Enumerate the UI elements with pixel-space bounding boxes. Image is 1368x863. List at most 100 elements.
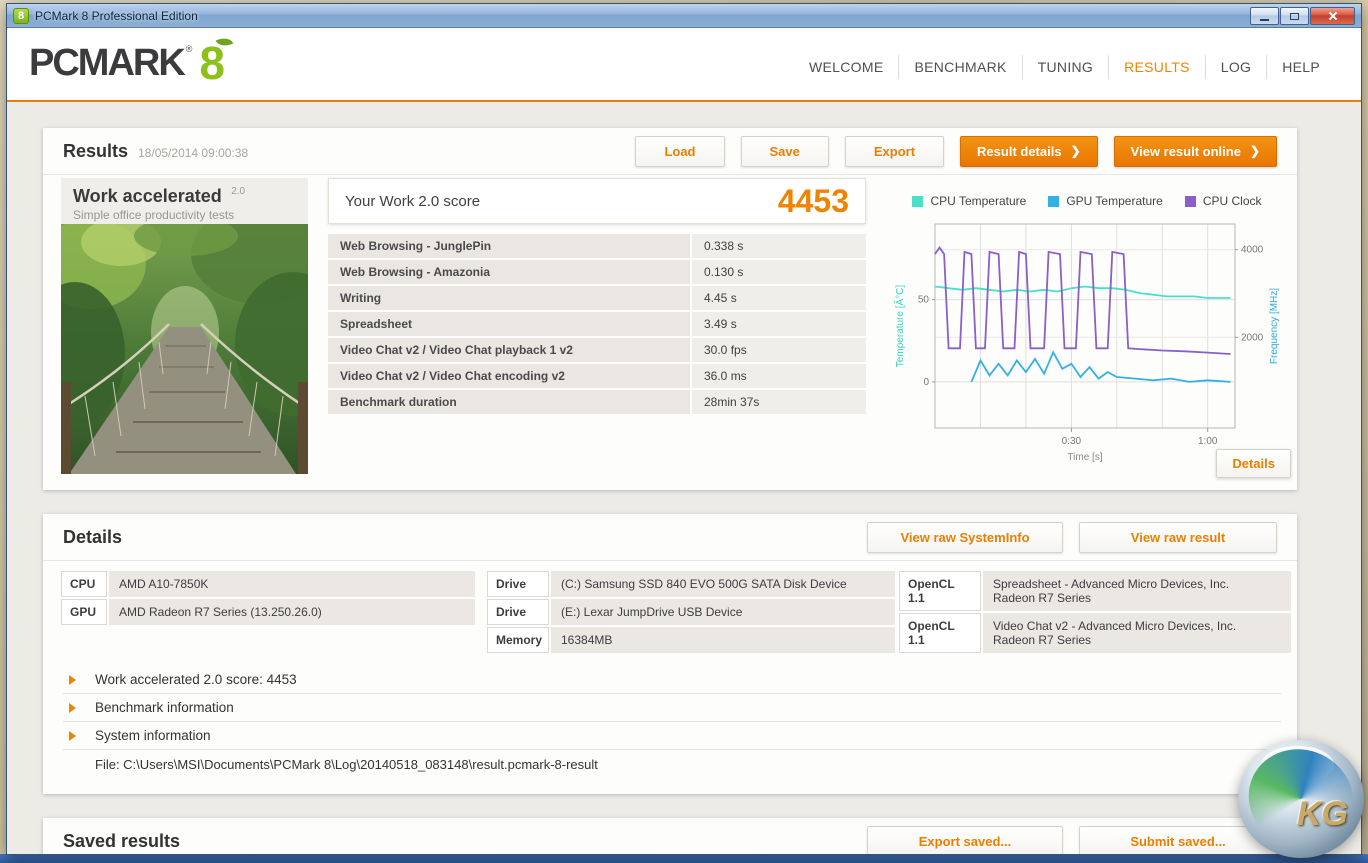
minimize-icon — [1260, 19, 1269, 21]
legend-item: GPU Temperature — [1048, 194, 1163, 208]
test-subtitle: Simple office productivity tests — [73, 208, 296, 222]
metric-value: 0.130 s — [692, 260, 866, 284]
kitguru-text: KG — [1297, 795, 1348, 834]
metric-value: 3.49 s — [692, 312, 866, 336]
view-raw-result-button[interactable]: View raw result — [1079, 522, 1277, 553]
legend-swatch — [1185, 196, 1196, 207]
metric-row: Web Browsing - Amazonia 0.130 s — [328, 260, 866, 284]
metric-label: Writing — [328, 286, 690, 310]
work-accelerated-photo — [61, 224, 308, 474]
metric-row: Video Chat v2 / Video Chat playback 1 v2… — [328, 338, 866, 362]
chevron-right-icon: ❯ — [1071, 144, 1081, 158]
spec-key: Drive — [487, 599, 549, 625]
pcmark-app-icon: 8 — [13, 8, 29, 24]
legend-swatch — [1048, 196, 1059, 207]
chart-legend: CPU Temperature GPU Temperature CPU Cloc… — [886, 194, 1288, 208]
window-titlebar[interactable]: 8 PCMark 8 Professional Edition — [7, 4, 1361, 28]
metric-row: Web Browsing - JunglePin 0.338 s — [328, 234, 866, 258]
score-box: Your Work 2.0 score 4453 — [328, 178, 866, 224]
results-timestamp: 18/05/2014 09:00:38 — [138, 146, 248, 160]
expander-system-information[interactable]: System information — [63, 722, 1281, 750]
result-details-button[interactable]: Result details ❯ — [960, 136, 1098, 167]
nav-results[interactable]: RESULTS — [1108, 55, 1205, 79]
spec-key: OpenCL 1.1 — [899, 571, 981, 611]
spec-value: (C:) Samsung SSD 840 EVO 500G SATA Disk … — [551, 571, 895, 597]
close-button[interactable] — [1310, 7, 1355, 25]
test-version: 2.0 — [231, 186, 245, 197]
details-title: Details — [63, 527, 122, 548]
maximize-button[interactable] — [1280, 7, 1309, 25]
legend-item: CPU Temperature — [912, 194, 1026, 208]
spec-row: Drive (E:) Lexar JumpDrive USB Device — [487, 599, 895, 625]
spec-row: GPU AMD Radeon R7 Series (13.250.26.0) — [61, 599, 475, 625]
spec-value: Video Chat v2 - Advanced Micro Devices, … — [983, 613, 1291, 653]
logo-text: PCMARK — [29, 40, 184, 86]
monitoring-chart: CPU Temperature GPU Temperature CPU Cloc… — [886, 178, 1288, 464]
svg-text:Temperature [Â°C]: Temperature [Â°C] — [893, 285, 906, 368]
spec-value: AMD A10-7850K — [109, 571, 475, 597]
details-panel: Details View raw SystemInfo View raw res… — [43, 514, 1297, 794]
spec-key: OpenCL 1.1 — [899, 613, 981, 653]
view-raw-systeminfo-button[interactable]: View raw SystemInfo — [867, 522, 1063, 553]
pcmark-logo: PCMARK ® 8 — [29, 40, 225, 86]
spec-row: CPU AMD A10-7850K — [61, 571, 475, 597]
minimize-button[interactable] — [1250, 7, 1279, 25]
saved-results-panel: Saved results Export saved... Submit sav… — [43, 818, 1297, 854]
kitguru-watermark-logo: KG — [1238, 740, 1364, 858]
test-title: Work accelerated — [73, 186, 222, 206]
spec-row: OpenCL 1.1 Video Chat v2 - Advanced Micr… — [899, 613, 1291, 653]
load-button[interactable]: Load — [635, 136, 724, 167]
spec-key: Drive — [487, 571, 549, 597]
chevron-right-icon: ❯ — [1250, 144, 1260, 158]
view-result-online-button[interactable]: View result online ❯ — [1114, 136, 1277, 167]
metric-label: Video Chat v2 / Video Chat encoding v2 — [328, 364, 690, 388]
nav-benchmark[interactable]: BENCHMARK — [898, 55, 1021, 79]
nav-log[interactable]: LOG — [1205, 55, 1266, 79]
spec-group-cpu-gpu: CPU AMD A10-7850K GPU AMD Radeon R7 Seri… — [61, 571, 475, 627]
work-accelerated-card: Work accelerated 2.0 Simple office produ… — [61, 178, 308, 474]
score-column: Your Work 2.0 score 4453 Web Browsing - … — [328, 178, 866, 416]
legend-item: CPU Clock — [1185, 194, 1262, 208]
metric-value: 0.338 s — [692, 234, 866, 258]
expand-arrow-icon — [69, 731, 76, 741]
desktop-bottom-strip — [0, 854, 1368, 863]
metric-value: 4.45 s — [692, 286, 866, 310]
maximize-icon — [1290, 13, 1299, 20]
svg-text:0:30: 0:30 — [1062, 436, 1082, 447]
app-window: 8 PCMark 8 Professional Edition PCMARK ®… — [6, 3, 1362, 855]
spec-row: Drive (C:) Samsung SSD 840 EVO 500G SATA… — [487, 571, 895, 597]
metric-label: Web Browsing - JunglePin — [328, 234, 690, 258]
svg-text:1:00: 1:00 — [1198, 436, 1218, 447]
expander-list: Work accelerated 2.0 score: 4453 Benchma… — [63, 666, 1281, 750]
export-button[interactable]: Export — [845, 136, 944, 167]
registered-mark: ® — [186, 44, 193, 54]
spec-group-opencl: OpenCL 1.1 Spreadsheet - Advanced Micro … — [899, 571, 1291, 655]
window-title: PCMark 8 Professional Edition — [35, 9, 198, 23]
chart-details-button[interactable]: Details — [1216, 449, 1291, 478]
nav-welcome[interactable]: WELCOME — [794, 55, 898, 79]
legend-swatch — [912, 196, 923, 207]
expander-work-score[interactable]: Work accelerated 2.0 score: 4453 — [63, 666, 1281, 694]
expander-benchmark-information[interactable]: Benchmark information — [63, 694, 1281, 722]
metric-label: Web Browsing - Amazonia — [328, 260, 690, 284]
export-saved-button[interactable]: Export saved... — [867, 826, 1063, 854]
spec-key: CPU — [61, 571, 107, 597]
nav-help[interactable]: HELP — [1266, 55, 1335, 79]
svg-text:4000: 4000 — [1241, 245, 1264, 256]
expand-arrow-icon — [69, 703, 76, 713]
metric-row: Benchmark duration 28min 37s — [328, 390, 866, 414]
metric-value: 28min 37s — [692, 390, 866, 414]
metric-row: Video Chat v2 / Video Chat encoding v2 3… — [328, 364, 866, 388]
metric-value: 36.0 ms — [692, 364, 866, 388]
nav-tuning[interactable]: TUNING — [1022, 55, 1108, 79]
close-icon — [1328, 11, 1338, 21]
logo-8-badge: 8 — [199, 40, 225, 86]
metric-row: Writing 4.45 s — [328, 286, 866, 310]
spec-value: 16384MB — [551, 627, 895, 653]
results-title: Results — [63, 141, 128, 162]
expand-arrow-icon — [69, 675, 76, 685]
main-nav: WELCOME BENCHMARK TUNING RESULTS LOG HEL… — [794, 55, 1335, 79]
spec-key: GPU — [61, 599, 107, 625]
spec-value: (E:) Lexar JumpDrive USB Device — [551, 599, 895, 625]
save-button[interactable]: Save — [741, 136, 829, 167]
